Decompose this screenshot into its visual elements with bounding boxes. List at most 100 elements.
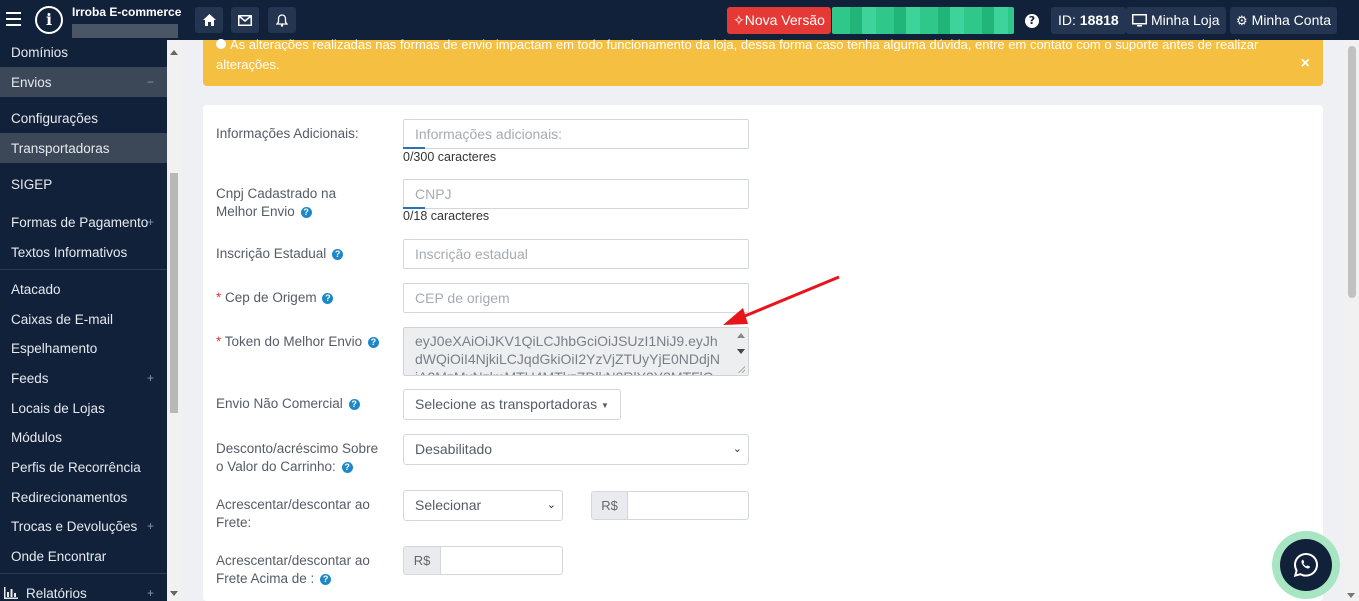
sidebar-divider xyxy=(0,269,167,270)
nova-versao-button[interactable]: ✧Nova Versão xyxy=(727,7,831,34)
sidebar-item-label: Espelhamento xyxy=(11,340,98,356)
page-scrollbar[interactable] xyxy=(1344,40,1359,601)
sidebar-item-label: Módulos xyxy=(11,429,63,445)
envelope-icon xyxy=(238,14,252,26)
acrescentar-frete-valor-input[interactable] xyxy=(627,491,749,520)
help-icon[interactable]: ? xyxy=(367,336,379,348)
sidebar-item-dominios[interactable]: Domínios xyxy=(0,42,167,62)
sidebar-item-perfis-recorrencia[interactable]: Perfis de Recorrência xyxy=(0,452,167,482)
minha-loja-button[interactable]: Minha Loja xyxy=(1126,7,1226,34)
acrescentar-frete-select[interactable]: Selecionar ⌄ xyxy=(403,490,563,521)
help-icon[interactable]: ? xyxy=(300,206,312,218)
sidebar-item-label: Transportadoras xyxy=(11,140,110,156)
sidebar-item-label: Perfis de Recorrência xyxy=(11,459,141,475)
envio-nao-comercial-label: Envio Não Comercial ? xyxy=(216,395,360,413)
alert-text-line2: alterações. xyxy=(216,57,280,72)
currency-addon: R$ xyxy=(403,546,441,575)
sidebar-item-label: Domínios xyxy=(11,44,69,60)
token-value: eyJ0eXAiOiJKV1QiLCJhbGciOiJSUzI1NiJ9.eyJ… xyxy=(415,333,720,375)
messages-button[interactable] xyxy=(231,7,259,33)
sidebar-item-envios[interactable]: Envios − xyxy=(0,67,167,97)
sidebar-divider xyxy=(0,573,167,574)
sidebar-item-sigep[interactable]: SIGEP xyxy=(0,169,167,199)
notifications-button[interactable] xyxy=(268,7,296,33)
sidebar-scrollbar[interactable] xyxy=(167,40,181,601)
logo-icon: i xyxy=(35,6,63,34)
help-icon[interactable]: ? xyxy=(341,461,353,473)
chevron-down-icon: ⌄ xyxy=(732,443,742,455)
sidebar-item-label: Redirecionamentos xyxy=(11,489,128,505)
minha-conta-label: Minha Conta xyxy=(1251,12,1332,28)
sidebar-item-locais-lojas[interactable]: Locais de Lojas xyxy=(0,393,167,423)
cnpj-counter: 0/18 caracteres xyxy=(403,209,490,223)
frete-acima-valor-input[interactable] xyxy=(440,546,563,575)
warning-alert: As alterações realizadas nas formas de e… xyxy=(203,38,1323,86)
close-icon[interactable]: × xyxy=(1301,55,1310,73)
sidebar-item-caixas-email[interactable]: Caixas de E-mail xyxy=(0,304,167,334)
bar-chart-icon xyxy=(4,587,18,599)
acrescentar-frete-label: Acrescentar/descontar ao Frete: xyxy=(216,497,370,530)
help-icon[interactable]: ? xyxy=(332,248,344,260)
sidebar-item-modulos[interactable]: Módulos xyxy=(0,422,167,452)
home-button[interactable] xyxy=(195,7,223,33)
sidebar-item-label: Caixas de E-mail xyxy=(11,311,114,327)
sidebar-item-relatorios[interactable]: Relatórios + xyxy=(0,578,167,601)
whatsapp-icon xyxy=(1293,552,1319,578)
brand-name: Irroba E-commerce xyxy=(72,5,182,19)
help-icon[interactable]: ? xyxy=(320,573,332,585)
cep-input[interactable]: CEP de origem xyxy=(403,283,749,313)
collapse-icon: − xyxy=(146,75,154,89)
sidebar-item-label: SIGEP xyxy=(11,176,53,192)
inscricao-input[interactable]: Inscrição estadual xyxy=(403,239,749,269)
sidebar-item-feeds[interactable]: Feeds + xyxy=(0,363,167,393)
info-adicionais-label: Informações Adicionais: xyxy=(216,126,359,141)
whatsapp-button[interactable] xyxy=(1280,539,1332,591)
currency-addon: R$ xyxy=(591,491,628,520)
sidebar-item-label: Envios xyxy=(11,74,52,90)
expand-icon: + xyxy=(146,371,154,385)
frete-acima-label: Acrescentar/descontar ao Frete Acima de … xyxy=(216,553,370,586)
cnpj-input[interactable]: CNPJ xyxy=(403,179,749,209)
select-value: Selecionar xyxy=(415,497,482,513)
help-icon[interactable]: ? xyxy=(348,398,360,410)
sidebar-item-onde-encontrar[interactable]: Onde Encontrar xyxy=(0,541,167,571)
char-counter-bar xyxy=(403,147,425,149)
top-navbar: i Irroba E-commerce ✧Nova Versão ? ID: 1… xyxy=(0,0,1359,40)
sidebar: Domínios Envios − Configurações Transport… xyxy=(0,40,167,601)
menu-icon[interactable] xyxy=(6,12,21,26)
sidebar-item-espelhamento[interactable]: Espelhamento xyxy=(0,333,167,363)
sidebar-item-configuracoes[interactable]: Configurações xyxy=(0,103,167,133)
redacted-store-badge xyxy=(832,7,1014,34)
token-textarea[interactable]: eyJ0eXAiOiJKV1QiLCJhbGciOiJSUzI1NiJ9.eyJ… xyxy=(403,327,749,376)
sidebar-item-label: Atacado xyxy=(11,281,61,297)
id-label: ID: xyxy=(1058,12,1076,28)
question-icon: ? xyxy=(1025,13,1039,28)
textarea-scrollbar[interactable] xyxy=(734,328,748,375)
expand-icon: + xyxy=(146,519,154,533)
alert-text-line1: As alterações realizadas nas formas de e… xyxy=(216,38,1286,51)
desconto-carrinho-select[interactable]: Desabilitado ⌄ xyxy=(403,434,749,465)
token-label: * Token do Melhor Envio ? xyxy=(216,333,379,351)
sidebar-item-trocas-devolucoes[interactable]: Trocas e Devoluções + xyxy=(0,511,167,541)
transportadoras-multiselect[interactable]: Selecione as transportadoras ▼ xyxy=(403,389,621,420)
sparkle-icon: ✧ xyxy=(733,12,745,28)
sidebar-item-atacado[interactable]: Atacado xyxy=(0,274,167,304)
desconto-carrinho-label: Desconto/acréscimo Sobre o Valor do Carr… xyxy=(216,441,379,474)
sidebar-item-transportadoras[interactable]: Transportadoras xyxy=(0,133,167,163)
sidebar-item-redirecionamentos[interactable]: Redirecionamentos xyxy=(0,482,167,512)
sidebar-item-formas-pagamento[interactable]: Formas de Pagamento + xyxy=(0,207,167,237)
caret-down-icon: ▼ xyxy=(601,400,609,410)
sidebar-item-label: Trocas e Devoluções xyxy=(11,518,138,534)
sidebar-item-label: Feeds xyxy=(11,370,49,386)
bell-icon xyxy=(276,13,288,27)
info-adicionais-counter: 0/300 caracteres xyxy=(403,150,497,164)
store-name-redacted xyxy=(72,24,178,38)
help-icon[interactable]: ? xyxy=(322,292,334,304)
monitor-icon xyxy=(1132,14,1147,27)
sidebar-item-textos-informativos[interactable]: Textos Informativos xyxy=(0,237,167,267)
minha-conta-button[interactable]: ⚙ Minha Conta xyxy=(1230,7,1338,34)
info-adicionais-input[interactable]: Informações adicionais: xyxy=(403,119,749,149)
help-button[interactable]: ? xyxy=(1019,7,1045,34)
info-icon xyxy=(216,39,226,49)
gear-icon: ⚙ xyxy=(1236,13,1248,28)
